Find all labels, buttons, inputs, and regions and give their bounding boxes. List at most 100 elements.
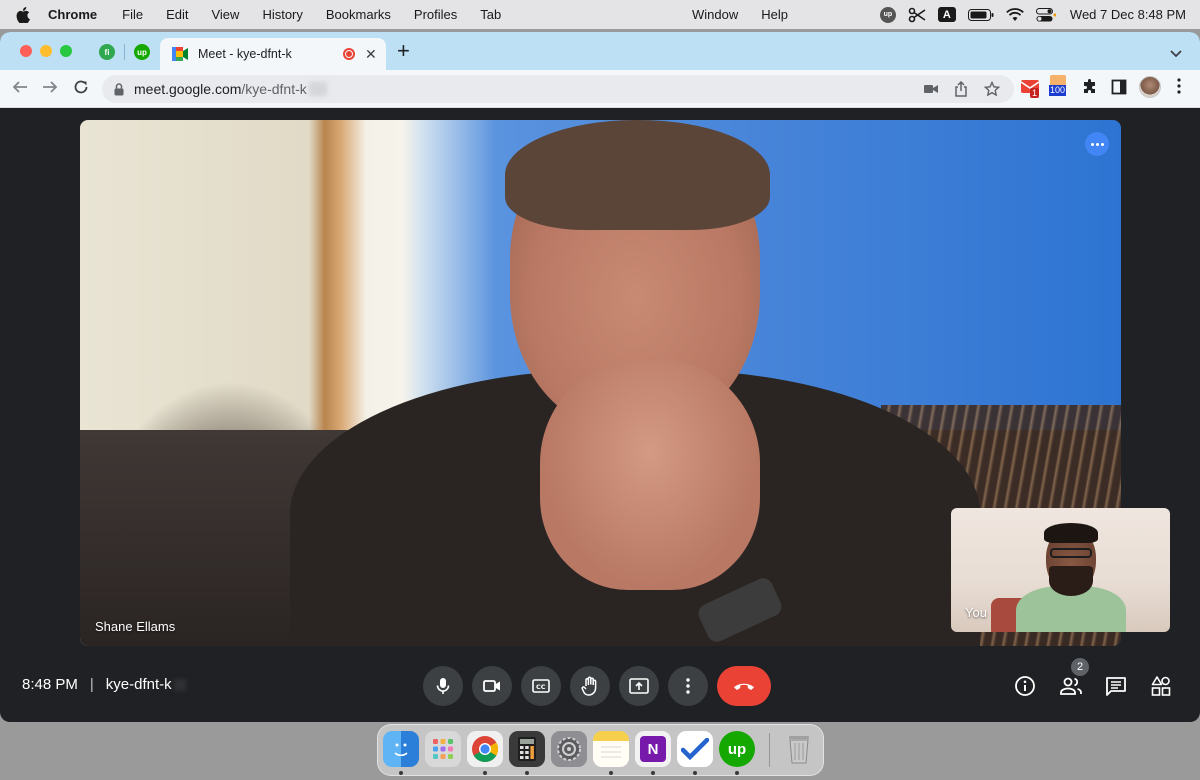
browser-menu-icon[interactable] (1177, 78, 1181, 94)
maximize-window-button[interactable] (60, 45, 72, 57)
browser-toolbar: meet.google.com/kye-dfnt-k 1 100 (0, 70, 1200, 108)
address-bar[interactable]: meet.google.com/kye-dfnt-k (102, 75, 1014, 103)
scissors-icon[interactable] (908, 7, 926, 23)
url-redaction (308, 82, 327, 96)
dock-finder-icon[interactable] (383, 731, 419, 767)
self-glasses (1050, 548, 1092, 558)
extensions-puzzle-icon[interactable] (1082, 79, 1098, 95)
dock-upwork-icon[interactable]: up (719, 731, 755, 767)
bookmark-star-icon[interactable] (984, 81, 1000, 97)
battery-icon[interactable] (967, 8, 994, 21)
menu-clock[interactable]: Wed 7 Dec 8:48 PM (1070, 7, 1186, 22)
profile-avatar[interactable] (1139, 76, 1161, 98)
tile-more-options-icon[interactable] (1085, 132, 1109, 156)
menu-history[interactable]: History (262, 7, 302, 22)
menu-edit[interactable]: Edit (166, 7, 188, 22)
dock-running-indicator (735, 771, 739, 775)
meeting-info-button[interactable] (1011, 672, 1039, 700)
raise-hand-button[interactable] (570, 666, 610, 706)
counter-extension-icon[interactable]: 100 (1049, 75, 1067, 96)
tab-search-icon[interactable] (1170, 45, 1182, 63)
chat-button[interactable] (1102, 672, 1130, 700)
menu-app-chrome[interactable]: Chrome (48, 7, 97, 22)
meeting-code: kye-dfnt-k (105, 676, 172, 693)
chat-icon (1105, 676, 1127, 696)
camera-button[interactable] (472, 666, 512, 706)
menu-view[interactable]: View (211, 7, 239, 22)
macos-menu-bar: Chrome File Edit View History Bookmarks … (0, 0, 1200, 29)
minimize-window-button[interactable] (40, 45, 52, 57)
tab-meet[interactable]: Meet - kye-dfnt-k ✕ (160, 38, 386, 70)
people-count-badge: 2 (1071, 658, 1089, 676)
activities-button[interactable] (1147, 672, 1175, 700)
back-icon[interactable] (12, 79, 28, 95)
self-hair (1044, 523, 1098, 543)
url-path: /kye-dfnt-k (241, 81, 307, 97)
upwork-status-icon[interactable]: up (879, 6, 896, 23)
recording-indicator-icon (343, 48, 355, 60)
captions-icon: CC (532, 679, 550, 693)
self-view-label: You (965, 605, 987, 620)
apple-icon[interactable] (16, 6, 34, 23)
wifi-icon[interactable] (1006, 7, 1024, 22)
people-icon (1059, 676, 1083, 696)
menu-window[interactable]: Window (692, 7, 738, 22)
dock-onenote-icon[interactable]: N (635, 731, 671, 767)
menu-tab[interactable]: Tab (480, 7, 501, 22)
dock-notes-icon[interactable] (593, 731, 629, 767)
dock-running-indicator (483, 771, 487, 775)
menu-profiles[interactable]: Profiles (414, 7, 457, 22)
more-options-icon (686, 678, 690, 694)
forward-icon[interactable] (42, 79, 58, 95)
raise-hand-icon (581, 676, 599, 696)
tab-title: Meet - kye-dfnt-k (198, 47, 292, 61)
upwork-icon[interactable]: up (134, 44, 150, 60)
camera-in-use-icon[interactable] (924, 84, 938, 94)
menu-help[interactable]: Help (761, 7, 788, 22)
gmail-extension-icon[interactable]: 1 (1020, 76, 1042, 98)
mic-button[interactable] (423, 666, 463, 706)
tab-strip: fi up Meet - kye-dfnt-k ✕ + (0, 32, 1200, 70)
svg-text:CC: CC (536, 683, 546, 691)
meeting-details: 8:48 PM | kye-dfnt-k (22, 676, 186, 693)
close-window-button[interactable] (20, 45, 32, 57)
dock-running-indicator (525, 771, 529, 775)
lock-icon[interactable] (114, 82, 124, 96)
fi-icon[interactable]: fi (99, 44, 115, 60)
dock-running-indicator (651, 771, 655, 775)
input-source-icon[interactable]: A (937, 7, 956, 22)
google-meet-icon (172, 47, 188, 61)
dock-calculator-icon[interactable] (509, 731, 545, 767)
side-panel-icon[interactable] (1111, 79, 1127, 95)
participant-hand (540, 360, 760, 590)
meeting-code-redaction (173, 678, 186, 691)
present-button[interactable] (619, 666, 659, 706)
captions-button[interactable]: CC (521, 666, 561, 706)
dock-running-indicator (693, 771, 697, 775)
dock-separator (769, 733, 770, 767)
dock-trash-icon[interactable] (781, 731, 817, 767)
close-tab-icon[interactable]: ✕ (365, 46, 377, 63)
self-view-tile[interactable]: You (951, 508, 1170, 632)
leave-call-button[interactable] (717, 666, 771, 706)
dock-launchpad-icon[interactable] (425, 731, 461, 767)
new-tab-button[interactable]: + (397, 38, 410, 64)
participant-hair (505, 120, 770, 230)
participant-name-label: Shane Ellams (95, 619, 176, 634)
share-icon[interactable] (954, 81, 968, 97)
meeting-info-separator: | (89, 676, 94, 693)
control-center-icon[interactable] (1035, 7, 1056, 22)
menu-bookmarks[interactable]: Bookmarks (326, 7, 391, 22)
meeting-time: 8:48 PM (22, 676, 78, 693)
dock-chrome-icon[interactable] (467, 731, 503, 767)
activities-icon (1150, 675, 1172, 697)
dock-system-preferences-icon[interactable] (551, 731, 587, 767)
end-call-icon (732, 681, 756, 691)
people-button[interactable] (1057, 672, 1085, 700)
dock-todo-icon[interactable] (677, 731, 713, 767)
camera-icon (483, 679, 501, 693)
browser-window: fi up Meet - kye-dfnt-k ✕ + meet.google.… (0, 32, 1200, 722)
menu-file[interactable]: File (122, 7, 143, 22)
more-options-button[interactable] (668, 666, 708, 706)
reload-icon[interactable] (73, 79, 89, 95)
